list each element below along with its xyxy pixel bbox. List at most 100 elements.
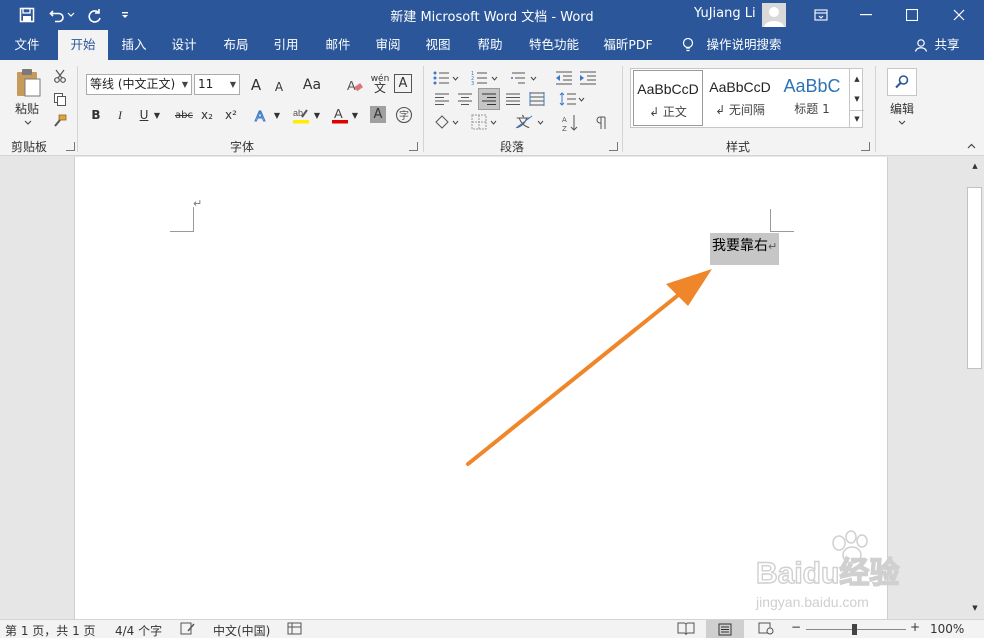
paragraph-launcher-icon[interactable] [609, 142, 618, 151]
tab-home[interactable]: 开始 [58, 30, 108, 60]
styles-launcher-icon[interactable] [861, 142, 870, 151]
italic-button[interactable]: I [112, 105, 128, 125]
show-formatting-marks-icon[interactable] [592, 112, 612, 134]
read-mode-icon[interactable] [677, 621, 695, 638]
clipboard-launcher-icon[interactable] [66, 142, 75, 151]
format-painter-icon[interactable] [50, 112, 70, 130]
decrease-indent-icon[interactable] [554, 68, 574, 88]
character-border-icon[interactable]: A [394, 74, 412, 93]
numbering-icon[interactable]: 123 [470, 68, 500, 88]
tab-file[interactable]: 文件 [4, 30, 50, 60]
share-user-icon[interactable] [912, 30, 930, 60]
vertical-scrollbar[interactable]: ▲ ▼ [966, 157, 984, 619]
language[interactable]: 中文(中国) [213, 622, 270, 638]
cut-icon[interactable] [50, 67, 70, 85]
font-size-dropdown-icon[interactable]: ▼ [230, 75, 236, 94]
share-button[interactable]: 共享 [932, 30, 962, 60]
maximize-icon[interactable] [889, 0, 935, 30]
font-color-dropdown-icon[interactable]: ▼ [350, 105, 360, 125]
align-center-icon[interactable] [455, 90, 475, 108]
highlight-dropdown-icon[interactable]: ▼ [312, 105, 322, 125]
tab-help[interactable]: 帮助 [470, 30, 510, 60]
user-name[interactable]: YuJiang Li [694, 6, 756, 21]
font-color-icon[interactable]: A [330, 104, 350, 126]
align-right-icon[interactable] [478, 88, 500, 110]
close-icon[interactable] [936, 0, 982, 30]
editing-button[interactable]: 编辑 [884, 100, 920, 116]
paste-button[interactable]: 粘贴 [10, 100, 44, 116]
text-effects-icon[interactable]: A [252, 104, 272, 126]
font-size-box[interactable]: 11 ▼ [194, 74, 240, 95]
style-normal[interactable]: AaBbCcD ↲ 正文 [633, 70, 703, 126]
character-shading-icon[interactable]: A [370, 106, 386, 123]
bullets-icon[interactable] [432, 68, 460, 88]
underline-button[interactable]: U [136, 105, 152, 125]
lightbulb-icon[interactable] [678, 30, 698, 60]
zoom-slider-thumb[interactable] [852, 624, 857, 635]
tab-view[interactable]: 视图 [418, 30, 458, 60]
scroll-down-icon[interactable]: ▼ [967, 601, 983, 615]
increase-indent-icon[interactable] [578, 68, 598, 88]
selected-text[interactable]: 我要靠右↵ [710, 233, 780, 265]
tab-special-features[interactable]: 特色功能 [524, 30, 584, 60]
tab-review[interactable]: 审阅 [368, 30, 408, 60]
asian-layout-icon[interactable]: 文 [515, 112, 547, 132]
paste-dropdown-icon[interactable] [22, 117, 34, 127]
find-icon[interactable] [887, 68, 917, 96]
tab-design[interactable]: 设计 [164, 30, 204, 60]
font-launcher-icon[interactable] [409, 142, 418, 151]
enclose-characters-icon[interactable]: 字 [394, 105, 414, 125]
style-heading-1[interactable]: AaBbC 标题 1 [777, 69, 847, 127]
tab-layout[interactable]: 布局 [216, 30, 256, 60]
style-no-spacing[interactable]: AaBbCcD ↲ 无间隔 [705, 69, 775, 127]
print-layout-icon[interactable] [706, 620, 744, 638]
bold-button[interactable]: B [88, 105, 104, 125]
justify-icon[interactable] [503, 90, 523, 108]
strikethrough-button[interactable]: abc [172, 105, 196, 125]
scroll-up-icon[interactable]: ▲ [967, 159, 983, 173]
highlight-color-icon[interactable]: ab [290, 104, 312, 126]
sort-icon[interactable]: AZ [560, 112, 582, 134]
text-effects-dropdown-icon[interactable]: ▼ [272, 105, 282, 125]
tab-references[interactable]: 引用 [266, 30, 306, 60]
minimize-icon[interactable] [843, 0, 889, 30]
word-count[interactable]: 4/4 个字 [115, 622, 162, 638]
grow-font-button[interactable]: A [246, 74, 266, 95]
superscript-button[interactable]: x² [222, 105, 240, 125]
styles-more-icon[interactable]: ▼ [850, 110, 864, 126]
zoom-in-icon[interactable]: + [910, 620, 920, 634]
ribbon-display-options-icon[interactable] [798, 0, 844, 30]
copy-icon[interactable] [50, 90, 70, 108]
clear-formatting-icon[interactable]: A [344, 74, 366, 95]
phonetic-guide-button[interactable]: wén 文 [370, 72, 390, 95]
tab-foxit-pdf[interactable]: 福昕PDF [598, 30, 658, 60]
collapse-ribbon-icon[interactable] [964, 140, 978, 152]
tab-mailings[interactable]: 邮件 [318, 30, 358, 60]
distributed-icon[interactable] [527, 90, 547, 108]
scroll-thumb[interactable] [967, 187, 982, 369]
borders-icon[interactable] [470, 112, 500, 132]
avatar[interactable] [762, 3, 786, 27]
multilevel-list-icon[interactable] [510, 68, 540, 88]
font-name-box[interactable]: 等线 (中文正文) ▼ [86, 74, 192, 95]
editing-dropdown-icon[interactable] [896, 117, 908, 127]
shrink-font-button[interactable]: A [270, 76, 288, 97]
styles-scroll-down-icon[interactable]: ▼ [850, 91, 864, 107]
styles-scroll-up-icon[interactable]: ▲ [850, 71, 864, 87]
macro-recording-icon[interactable] [287, 621, 303, 638]
line-spacing-icon[interactable] [558, 90, 586, 108]
paste-icon[interactable] [12, 66, 44, 100]
zoom-out-icon[interactable]: − [791, 620, 801, 634]
subscript-button[interactable]: x₂ [198, 105, 216, 125]
font-name-dropdown-icon[interactable]: ▼ [182, 75, 188, 94]
align-left-icon[interactable] [432, 90, 452, 108]
change-case-button[interactable]: Aa [298, 74, 326, 95]
tab-insert[interactable]: 插入 [114, 30, 154, 60]
page-count[interactable]: 第 1 页，共 1 页 [5, 622, 96, 638]
underline-dropdown-icon[interactable]: ▼ [152, 105, 162, 125]
tell-me-search[interactable]: 操作说明搜索 [704, 30, 784, 60]
proofing-icon[interactable] [180, 621, 196, 638]
zoom-level[interactable]: 100% [930, 622, 964, 636]
shading-icon[interactable] [432, 112, 462, 132]
web-layout-icon[interactable] [758, 621, 774, 638]
